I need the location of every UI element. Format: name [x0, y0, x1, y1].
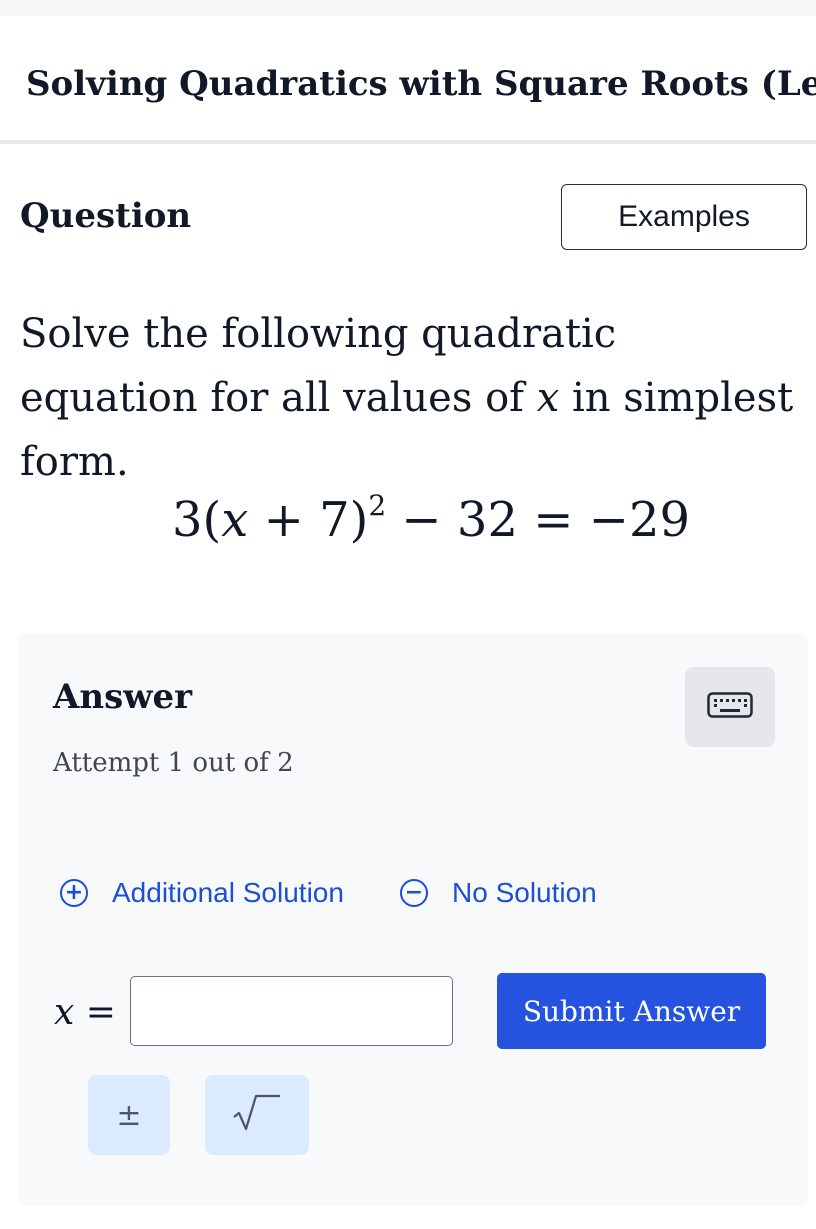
- additional-solution-button[interactable]: + Additional Solution: [60, 873, 344, 913]
- keyboard-button[interactable]: [685, 667, 775, 747]
- attempt-counter: Attempt 1 out of 2: [53, 748, 294, 778]
- equation-inner: + 7): [248, 492, 369, 548]
- question-heading: Question: [20, 196, 192, 236]
- keyboard-icon: [707, 692, 753, 722]
- submit-answer-button[interactable]: Submit Answer: [497, 973, 766, 1049]
- page-title: Solving Quadratics with Square Roots (Le…: [26, 64, 816, 104]
- minus-circle-icon: −: [400, 879, 428, 907]
- no-solution-label: No Solution: [452, 877, 597, 908]
- prompt-variable: x: [536, 375, 560, 421]
- examples-button[interactable]: Examples: [561, 184, 807, 250]
- top-bar: [0, 0, 816, 16]
- question-prompt: Solve the following quadratic equation f…: [20, 302, 800, 494]
- header: Solving Quadratics with Square Roots (Le…: [0, 16, 816, 144]
- answer-equals: =: [74, 992, 116, 1033]
- equation-exponent: 2: [368, 489, 387, 522]
- square-root-button[interactable]: [205, 1075, 309, 1155]
- additional-solution-label: Additional Solution: [112, 877, 344, 908]
- equation-variable: x: [221, 492, 249, 548]
- plus-circle-icon: +: [60, 879, 88, 907]
- equation: 3(x + 7)2 − 32 = −29: [172, 489, 691, 548]
- equation-coefficient: 3(: [172, 492, 222, 548]
- prompt-text-start: Solve the following quadratic equation f…: [20, 311, 617, 421]
- plus-minus-button[interactable]: ±: [88, 1075, 170, 1155]
- square-root-icon: [230, 1091, 284, 1139]
- no-solution-button[interactable]: − No Solution: [400, 873, 597, 913]
- answer-prefix: x =: [54, 992, 116, 1033]
- answer-variable: x: [54, 992, 75, 1033]
- answer-heading: Answer: [53, 677, 193, 717]
- answer-input[interactable]: [130, 976, 453, 1046]
- equation-rest: − 32 = −29: [386, 492, 691, 548]
